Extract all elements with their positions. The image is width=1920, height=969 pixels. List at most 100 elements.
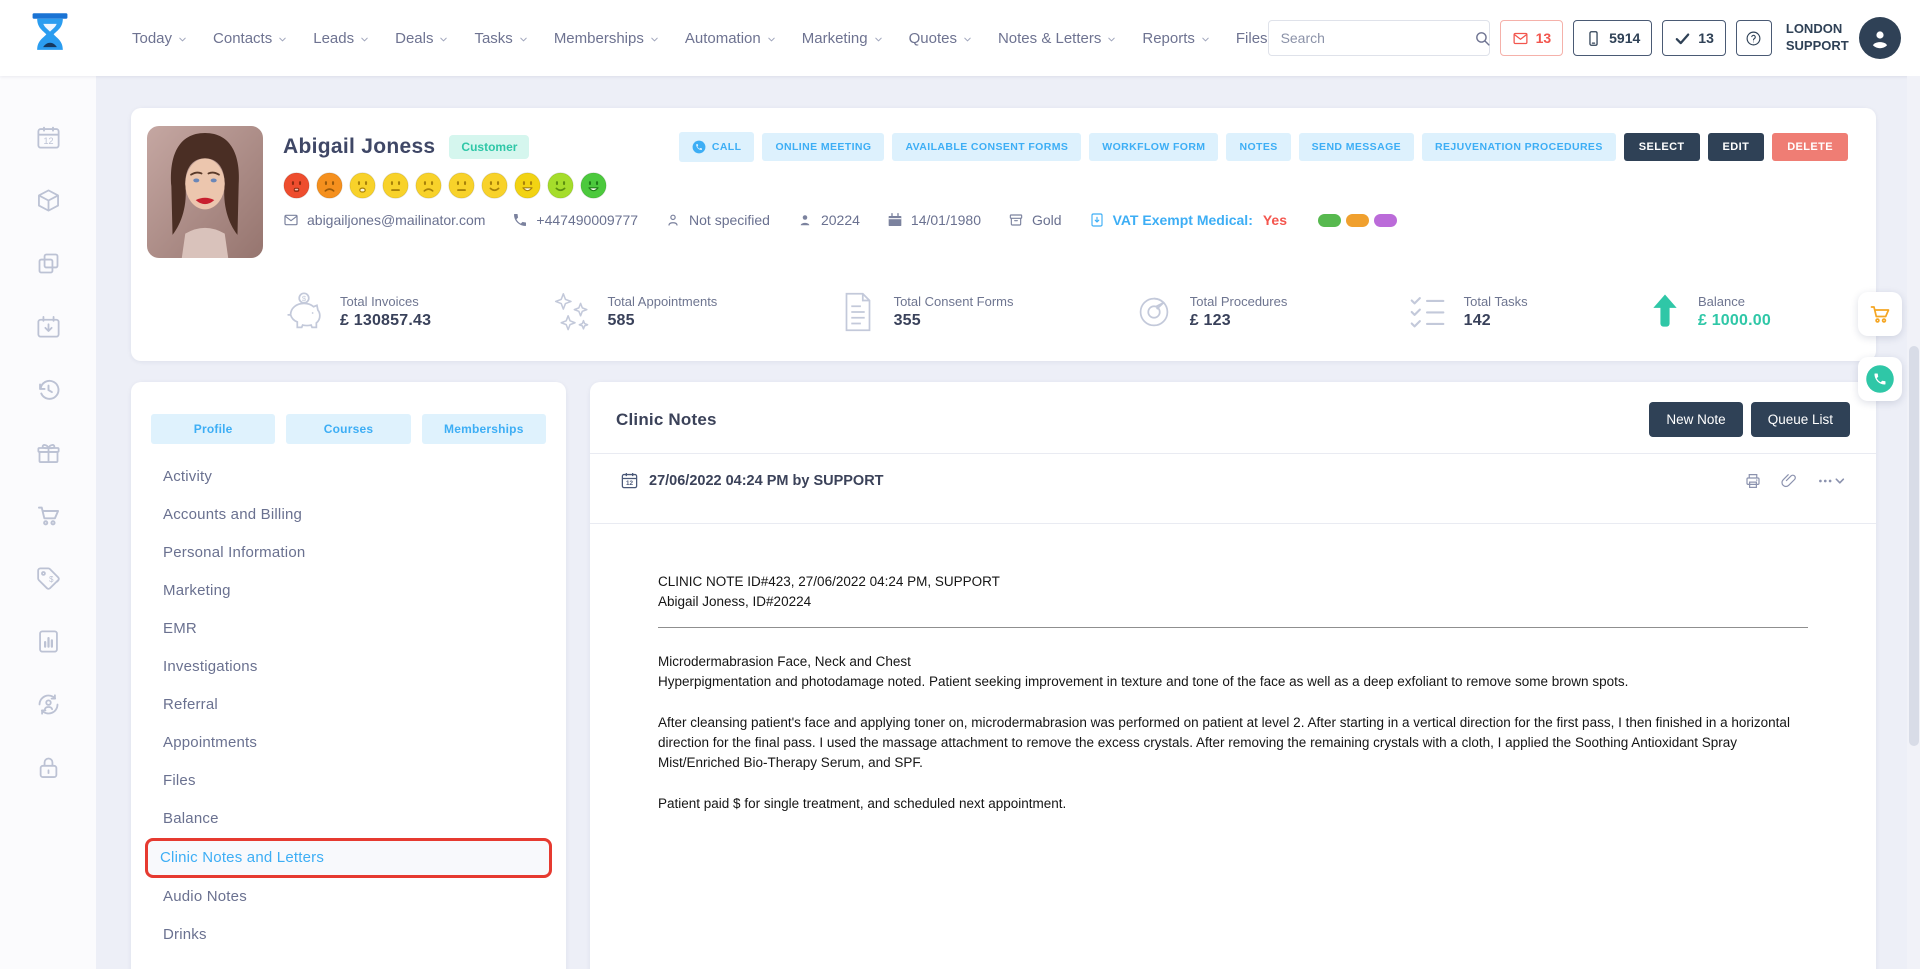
person-icon [797, 212, 813, 228]
rating-emoji-8[interactable] [514, 172, 541, 199]
nav-item-automation[interactable]: Automation [685, 30, 777, 47]
rating-emoji-2[interactable] [316, 172, 343, 199]
stat-label: Total Tasks [1464, 294, 1528, 309]
nav-item-marketing[interactable]: Marketing [802, 30, 884, 47]
rating-emoji-4[interactable] [382, 172, 409, 199]
rating-emoji-6[interactable] [448, 172, 475, 199]
nav-item-memberships[interactable]: Memberships [554, 30, 660, 47]
section-item-emr[interactable]: EMR [151, 610, 546, 648]
sidebar-cube-icon[interactable] [35, 187, 62, 214]
cart-float-button[interactable] [1858, 292, 1902, 336]
section-item-accounts-and-billing[interactable]: Accounts and Billing [151, 496, 546, 534]
section-item-investigations[interactable]: Investigations [151, 648, 546, 686]
print-icon[interactable] [1744, 472, 1762, 490]
send-message-button[interactable]: SEND MESSAGE [1299, 133, 1414, 161]
stat-total-procedures: Total Procedures£ 123 [1131, 289, 1288, 335]
tasks-badge[interactable]: 13 [1662, 20, 1726, 56]
note-treatment-title: Microdermabrasion Face, Neck and Chest [658, 654, 911, 669]
contact-phone[interactable]: +447490009777 [512, 212, 638, 228]
mail-badge[interactable]: 13 [1500, 20, 1564, 56]
contact-value: abigailjones@mailinator.com [307, 212, 485, 228]
rejuvenation-procedures-button[interactable]: REJUVENATION PROCEDURES [1422, 133, 1616, 161]
rating-emoji-1[interactable] [283, 172, 310, 199]
section-item-appointments[interactable]: Appointments [151, 724, 546, 762]
sidebar-lock-icon[interactable] [35, 754, 62, 781]
rating-emoji-3[interactable] [349, 172, 376, 199]
user-avatar[interactable] [1859, 17, 1901, 59]
section-item-files[interactable]: Files [151, 762, 546, 800]
task-count: 13 [1698, 30, 1714, 46]
edit-button[interactable]: EDIT [1708, 133, 1765, 161]
nav-item-tasks[interactable]: Tasks [474, 30, 528, 47]
nav-label: Notes & Letters [998, 30, 1101, 47]
section-item-referral[interactable]: Referral [151, 686, 546, 724]
sidebar-gift-icon[interactable] [35, 439, 62, 466]
tab-courses[interactable]: Courses [286, 414, 410, 444]
page-scrollbar[interactable] [1907, 76, 1920, 969]
delete-button[interactable]: DELETE [1772, 133, 1848, 161]
content-area: Abigail Joness Customer CALLONLINE MEETI… [96, 76, 1920, 969]
rating-emoji-9[interactable] [547, 172, 574, 199]
sidebar-calendar-12-icon[interactable]: 12 [35, 124, 62, 151]
nav-item-deals[interactable]: Deals [395, 30, 449, 47]
nav-item-today[interactable]: Today [132, 30, 188, 47]
search-icon[interactable] [1474, 21, 1491, 55]
section-item-audio-notes[interactable]: Audio Notes [151, 878, 546, 916]
available-consent-forms-button[interactable]: AVAILABLE CONSENT FORMS [892, 133, 1081, 161]
select-button[interactable]: SELECT [1624, 133, 1700, 161]
sidebar-cart-icon[interactable] [35, 502, 62, 529]
nav-item-reports[interactable]: Reports [1142, 30, 1211, 47]
nav-item-contacts[interactable]: Contacts [213, 30, 288, 47]
contact-mail[interactable]: abigailjones@mailinator.com [283, 212, 485, 228]
sidebar-user-sync-icon[interactable] [35, 691, 62, 718]
app-logo-icon[interactable] [28, 11, 72, 65]
rating-emoji-5[interactable] [415, 172, 442, 199]
vat-label: VAT Exempt Medical: [1113, 212, 1253, 228]
sidebar-copy-icon[interactable] [35, 250, 62, 277]
stat-label: Total Consent Forms [894, 294, 1014, 309]
sidebar-chart-doc-icon[interactable] [35, 628, 62, 655]
sidebar-history-icon[interactable] [35, 376, 62, 403]
help-button[interactable] [1736, 20, 1772, 56]
section-item-balance[interactable]: Balance [151, 800, 546, 838]
stat-label: Total Appointments [607, 294, 717, 309]
tag-pill-1[interactable] [1318, 214, 1341, 227]
phone-badge[interactable]: 5914 [1573, 20, 1652, 56]
section-item-marketing[interactable]: Marketing [151, 572, 546, 610]
section-item-drinks[interactable]: Drinks [151, 916, 546, 954]
phone-icon [512, 212, 528, 228]
nav-item-files[interactable]: Files [1236, 30, 1268, 47]
tag-pill-3[interactable] [1374, 214, 1397, 227]
online-meeting-button[interactable]: ONLINE MEETING [762, 133, 884, 161]
tab-profile[interactable]: Profile [151, 414, 275, 444]
more-options-icon[interactable] [1816, 472, 1846, 490]
nav-item-leads[interactable]: Leads [313, 30, 370, 47]
sparkles-icon [548, 289, 594, 335]
notes-button[interactable]: NOTES [1226, 133, 1290, 161]
attachment-icon[interactable] [1780, 472, 1798, 490]
section-item-activity[interactable]: Activity [151, 458, 546, 496]
rating-emoji-10[interactable] [580, 172, 607, 199]
queue-list-button[interactable]: Queue List [1751, 402, 1850, 437]
section-item-clinic-notes-and-letters[interactable]: Clinic Notes and Letters [145, 838, 552, 878]
profile-photo[interactable] [147, 126, 263, 258]
mail-icon [283, 212, 299, 228]
rating-emoji-7[interactable] [481, 172, 508, 199]
call-button[interactable]: CALL [679, 132, 755, 162]
sidebar-calendar-in-icon[interactable] [35, 313, 62, 340]
mobile-icon [1585, 30, 1602, 47]
section-item-personal-information[interactable]: Personal Information [151, 534, 546, 572]
search-input[interactable] [1269, 30, 1474, 46]
tab-memberships[interactable]: Memberships [422, 414, 546, 444]
stat-total-invoices: $Total Invoices£ 130857.43 [281, 289, 431, 335]
nav-item-quotes[interactable]: Quotes [909, 30, 973, 47]
stat-label: Balance [1698, 294, 1771, 309]
stat-total-consent-forms: Total Consent Forms355 [835, 289, 1014, 335]
call-float-button[interactable] [1858, 357, 1902, 401]
tag-pill-2[interactable] [1346, 214, 1369, 227]
nav-item-notes-letters[interactable]: Notes & Letters [998, 30, 1117, 47]
new-note-button[interactable]: New Note [1649, 402, 1742, 437]
workflow-form-button[interactable]: WORKFLOW FORM [1089, 133, 1218, 161]
sidebar-price-tag-icon[interactable]: $ [35, 565, 62, 592]
contact-person-outline: Not specified [665, 212, 770, 228]
